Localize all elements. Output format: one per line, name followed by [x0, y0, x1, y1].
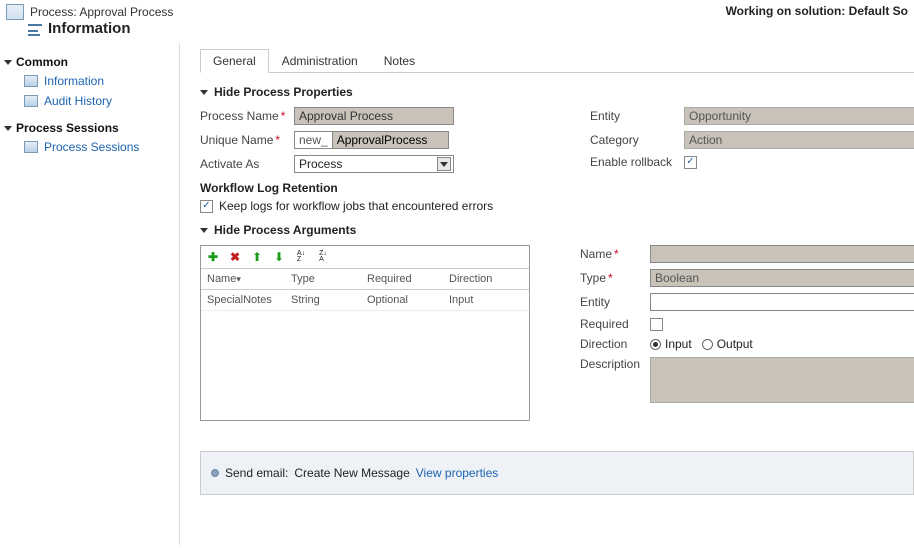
move-up-button[interactable]: ⬆ — [249, 249, 265, 265]
unique-name-prefix: new_ — [295, 133, 332, 147]
move-down-button[interactable]: ⬇ — [271, 249, 287, 265]
section-process-arguments[interactable]: Hide Process Arguments — [200, 223, 914, 237]
caret-down-icon — [4, 60, 12, 65]
arg-name-input[interactable] — [650, 245, 914, 263]
arg-entity-select[interactable] — [650, 293, 914, 311]
activate-as-value: Process — [299, 157, 342, 171]
process-title: Process: Approval Process — [30, 5, 173, 19]
arguments-grid-header: Name▾ Type Required Direction — [201, 269, 529, 290]
arguments-grid: ✚ ✖ ⬆ ⬇ A↓Z Z↓A Name▾ Type Required Dire… — [200, 245, 530, 421]
direction-output-radio[interactable]: Output — [702, 337, 753, 351]
arg-required-checkbox[interactable] — [650, 318, 663, 331]
sort-asc-button[interactable]: A↓Z — [293, 249, 309, 265]
unique-name-input[interactable] — [332, 132, 448, 148]
info-item-icon — [24, 75, 38, 87]
view-properties-link[interactable]: View properties — [416, 466, 499, 480]
add-argument-button[interactable]: ✚ — [205, 249, 221, 265]
sessions-item-icon — [24, 141, 38, 153]
arg-name-label: Name* — [580, 247, 650, 261]
delete-argument-button[interactable]: ✖ — [227, 249, 243, 265]
tab-notes[interactable]: Notes — [371, 49, 428, 72]
entity-field: Opportunity — [684, 107, 914, 125]
sidebar-item-label: Information — [44, 74, 104, 88]
sidebar-group-label: Common — [16, 55, 68, 69]
arguments-toolbar: ✚ ✖ ⬆ ⬇ A↓Z Z↓A — [201, 246, 529, 269]
log-retention-checkbox[interactable]: ✓ — [200, 200, 213, 213]
log-retention-label: Keep logs for workflow jobs that encount… — [219, 199, 493, 213]
process-name-input[interactable] — [294, 107, 454, 125]
category-label: Category — [590, 133, 684, 147]
arg-direction: Input — [443, 294, 513, 306]
sidebar-group-process-sessions[interactable]: Process Sessions — [0, 119, 179, 137]
process-icon — [6, 4, 24, 20]
sidebar: Common Information Audit History Process… — [0, 43, 180, 545]
history-item-icon — [24, 95, 38, 107]
step-label-prefix: Send email: — [225, 466, 288, 480]
argument-row[interactable]: SpecialNotes String Optional Input — [201, 290, 529, 311]
section-title-label: Hide Process Arguments — [214, 223, 356, 237]
solution-label: Working on solution: Default So — [726, 4, 908, 20]
activate-as-label: Activate As — [200, 157, 294, 171]
section-process-properties[interactable]: Hide Process Properties — [200, 85, 914, 99]
arg-type-select[interactable]: Boolean — [650, 269, 914, 287]
information-icon — [28, 24, 42, 34]
sidebar-group-common[interactable]: Common — [0, 53, 179, 71]
tab-general[interactable]: General — [200, 49, 269, 73]
sidebar-item-label: Process Sessions — [44, 140, 139, 154]
process-name-label: Process Name* — [200, 109, 294, 123]
category-field: Action — [684, 131, 914, 149]
arg-direction-label: Direction — [580, 337, 650, 351]
col-required[interactable]: Required — [361, 273, 443, 285]
sidebar-item-label: Audit History — [44, 94, 112, 108]
col-name[interactable]: Name▾ — [201, 273, 285, 285]
unique-name-field[interactable]: new_ — [294, 131, 449, 149]
sort-desc-button[interactable]: Z↓A — [315, 249, 331, 265]
caret-down-icon — [4, 126, 12, 131]
sidebar-group-label: Process Sessions — [16, 121, 119, 135]
arg-type-value: Boolean — [655, 271, 699, 285]
enable-rollback-label: Enable rollback — [590, 155, 684, 169]
direction-input-radio[interactable]: Input — [650, 337, 692, 351]
enable-rollback-checkbox[interactable]: ✓ — [684, 156, 697, 169]
entity-label: Entity — [590, 109, 684, 123]
arg-entity-label: Entity — [580, 295, 650, 309]
arg-type-label: Type* — [580, 271, 650, 285]
workflow-log-retention-title: Workflow Log Retention — [200, 181, 560, 195]
main-panel: General Administration Notes Hide Proces… — [180, 43, 914, 545]
section-title-label: Hide Process Properties — [214, 85, 353, 99]
arg-description-input[interactable] — [650, 357, 914, 403]
arg-description-label: Description — [580, 357, 650, 371]
chevron-down-icon — [437, 157, 451, 171]
activate-as-select[interactable]: Process — [294, 155, 454, 173]
col-type[interactable]: Type — [285, 273, 361, 285]
arguments-grid-body: SpecialNotes String Optional Input — [201, 290, 529, 420]
step-bullet-icon — [211, 469, 219, 477]
top-bar: Process: Approval Process Working on sol… — [0, 0, 914, 20]
step-label: Create New Message — [294, 466, 409, 480]
arg-required-label: Required — [580, 317, 650, 331]
sidebar-item-process-sessions[interactable]: Process Sessions — [0, 137, 179, 157]
arg-required: Optional — [361, 294, 443, 306]
arg-type: String — [285, 294, 361, 306]
information-label: Information — [48, 20, 131, 37]
sidebar-item-information[interactable]: Information — [0, 71, 179, 91]
arg-name: SpecialNotes — [201, 294, 285, 306]
sidebar-item-audit-history[interactable]: Audit History — [0, 91, 179, 111]
workflow-step-row[interactable]: Send email: Create New Message View prop… — [200, 451, 914, 495]
caret-down-icon — [200, 228, 208, 233]
info-header: Information — [0, 20, 914, 43]
unique-name-label: Unique Name* — [200, 133, 294, 147]
col-direction[interactable]: Direction — [443, 273, 513, 285]
tabs: General Administration Notes — [200, 49, 914, 73]
tab-administration[interactable]: Administration — [269, 49, 371, 72]
caret-down-icon — [200, 90, 208, 95]
